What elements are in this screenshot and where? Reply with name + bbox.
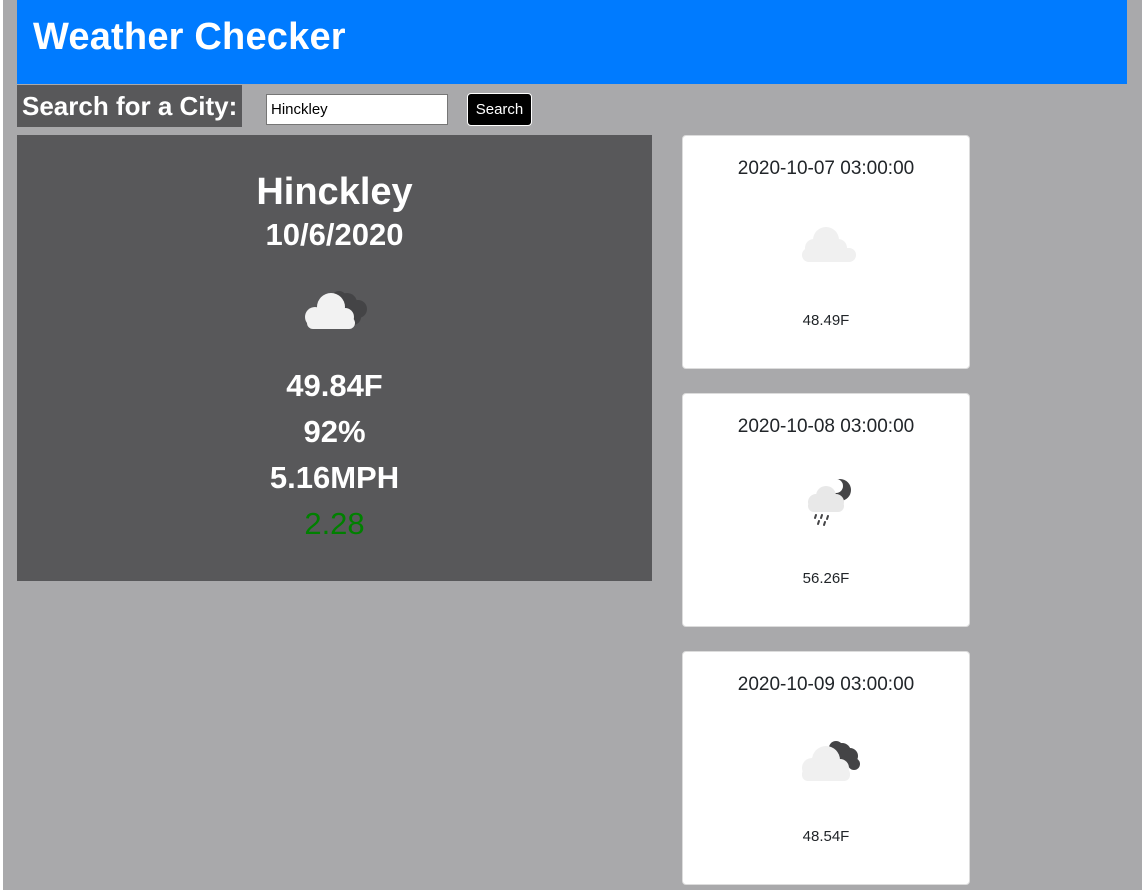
rain-night-icon [808, 479, 851, 526]
cloud-icon [802, 227, 856, 262]
forecast-temperature: 56.26F [802, 570, 850, 587]
forecast-date: 2020-10-08 03:00:00 [737, 416, 915, 437]
forecast-temperature: 48.49F [802, 312, 850, 329]
page-edge [0, 0, 3, 890]
forecast-card: 2020-10-08 03:00:00 56.26F [682, 393, 970, 627]
current-humidity: 92% [303, 414, 366, 449]
current-temperature: 49.84F [286, 368, 383, 403]
partly-cloudy-night-icon [305, 291, 367, 329]
current-uv-index: 2.28 [304, 506, 365, 541]
forecast-card: 2020-10-09 03:00:00 48.54F [682, 651, 970, 885]
current-weather-panel: Hinckley 10/6/2020 49.84F 92% 5.16MPH 2.… [17, 135, 652, 581]
search-label: Search for a City: [17, 85, 243, 127]
app-header: Weather Checker [17, 0, 1127, 84]
forecast-temperature: 48.54F [802, 828, 850, 845]
search-button[interactable]: Search [467, 93, 532, 126]
forecast-date: 2020-10-07 03:00:00 [737, 158, 915, 179]
current-date: 10/6/2020 [265, 217, 404, 252]
app-title: Weather Checker [33, 16, 346, 58]
forecast-card: 2020-10-07 03:00:00 48.49F [682, 135, 970, 369]
forecast-date: 2020-10-09 03:00:00 [737, 674, 915, 695]
city-search-input[interactable] [266, 94, 448, 125]
current-city: Hinckley [256, 171, 413, 213]
current-wind-speed: 5.16MPH [269, 460, 400, 495]
broken-clouds-icon [802, 741, 860, 781]
